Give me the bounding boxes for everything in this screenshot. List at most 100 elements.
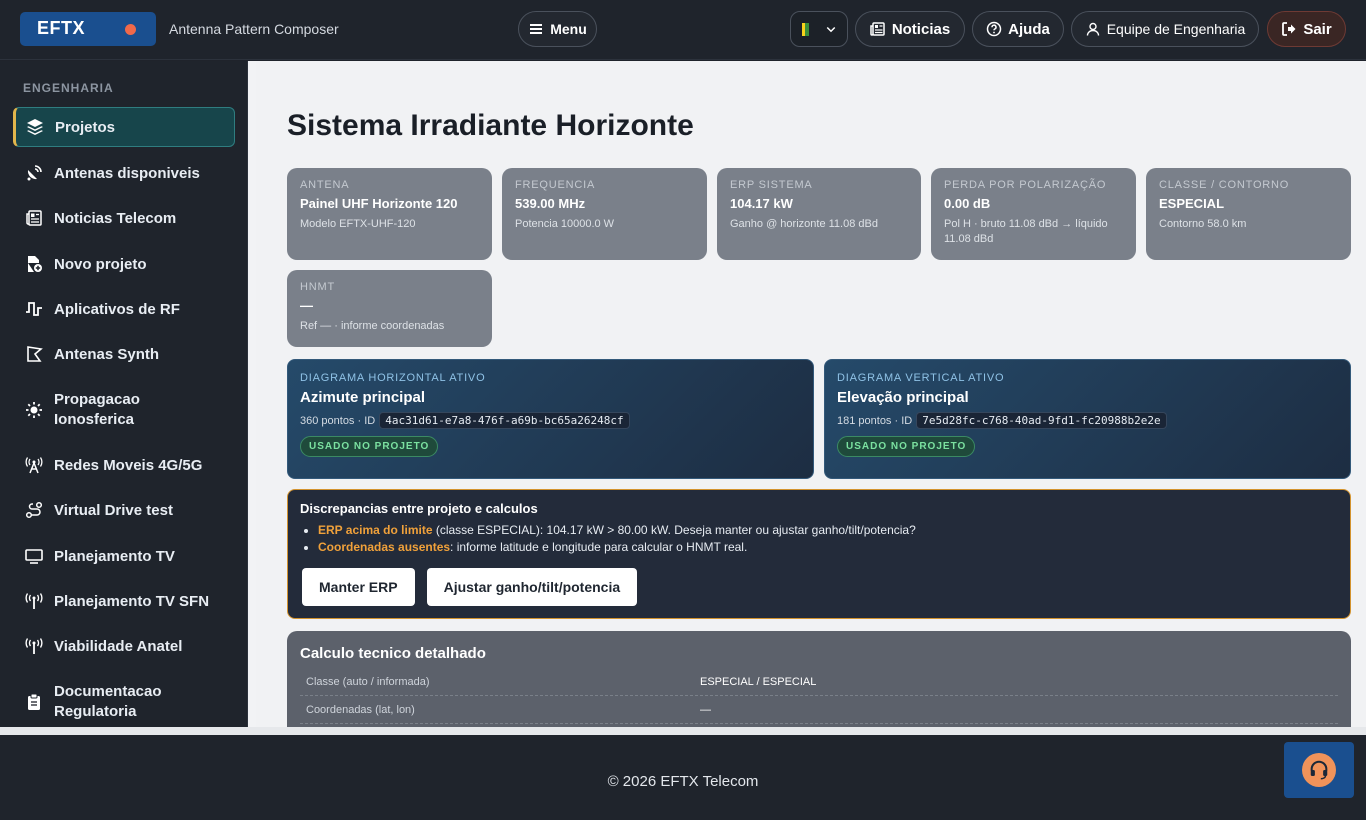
diagram-label: DIAGRAMA HORIZONTAL ATIVO: [300, 372, 486, 384]
menu-button[interactable]: Menu: [518, 11, 597, 47]
team-label: Equipe de Engenharia: [1106, 21, 1246, 37]
table-row: Classe (auto / informada) ESPECIAL / ESP…: [300, 668, 1338, 696]
brazil-flag-icon: [801, 22, 809, 36]
info-card-perda-polarizacao: PERDA POR POLARIZAÇÃO 0.00 dB Pol H · br…: [931, 168, 1136, 260]
calc-title: Calculo tecnico detalhado: [300, 645, 486, 662]
chevron-down-icon: [826, 26, 835, 33]
card-label: PERDA POR POLARIZAÇÃO: [944, 179, 1107, 191]
question-circle-icon: [986, 21, 1002, 37]
sidebar-item-propagacao[interactable]: Propagacao Ionosferica: [13, 389, 235, 431]
info-card-antena: ANTENA Painel UHF Horizonte 120 Modelo E…: [287, 168, 492, 260]
sidebar-item-label: Noticias Telecom: [54, 209, 177, 227]
sidebar-item-label: Projetos: [55, 118, 116, 136]
diagram-meta: 360 pontos · ID 4ac31d61-e7a8-476f-a69b-…: [300, 412, 801, 429]
antenna-icon: [24, 591, 44, 611]
calc-key: Classe (auto / informada): [306, 675, 430, 688]
footer: © 2026 EFTX Telecom: [0, 727, 1366, 820]
support-chat-button[interactable]: [1284, 742, 1354, 798]
sidebar-item-planejamento-tv-sfn[interactable]: Planejamento TV SFN: [13, 590, 235, 612]
status-dot: [125, 24, 136, 35]
diagram-points: 181 pontos · ID: [837, 414, 913, 427]
brand-name: EFTX: [37, 18, 86, 38]
page-title: Sistema Irradiante Horizonte: [287, 109, 694, 142]
calc-value: ESPECIAL / ESPECIAL: [700, 675, 817, 688]
new-file-icon: [24, 254, 44, 274]
user-team-button[interactable]: Equipe de Engenharia: [1071, 11, 1259, 47]
card-value: 539.00 MHz: [515, 196, 586, 211]
card-subtext: Ref — · informe coordenadas: [300, 320, 445, 332]
card-value: Painel UHF Horizonte 120: [300, 196, 458, 211]
info-card-classe: CLASSE / CONTORNO ESPECIAL Contorno 58.0…: [1146, 168, 1351, 260]
layers-icon: [25, 117, 45, 137]
help-label: Ajuda: [1008, 20, 1050, 38]
card-subtext: Potencia 10000.0 W: [515, 218, 615, 230]
main-content: Sistema Irradiante Horizonte ANTENA Pain…: [248, 61, 1366, 727]
sidebar-item-projetos[interactable]: Projetos: [13, 107, 235, 147]
alert-actions: Manter ERP Ajustar ganho/tilt/potencia: [302, 568, 638, 606]
sidebar: ENGENHARIA Projetos Antenas disponiveis …: [0, 61, 248, 727]
diagram-id: 7e5d28fc-c768-40ad-9fd1-fc20988b2e2e: [916, 412, 1167, 429]
status-badge: USADO NO PROJETO: [300, 436, 439, 457]
card-value: 0.00 dB: [944, 196, 991, 211]
sidebar-item-virtual-drive[interactable]: Virtual Drive test: [13, 499, 235, 521]
diagram-title: Azimute principal: [300, 389, 426, 406]
help-button[interactable]: Ajuda: [972, 11, 1064, 47]
logout-button[interactable]: Sair: [1267, 11, 1346, 47]
sidebar-item-label: Viabilidade Anatel: [54, 637, 183, 655]
sidebar-item-novo-projeto[interactable]: Novo projeto: [13, 253, 235, 275]
card-label: HNMT: [300, 281, 335, 293]
sidebar-item-noticias[interactable]: Noticias Telecom: [13, 207, 235, 229]
sidebar-item-label: Redes Moveis 4G/5G: [54, 456, 203, 474]
antenna-icon: [24, 636, 44, 656]
keep-erp-button[interactable]: Manter ERP: [302, 568, 415, 606]
language-select[interactable]: [790, 11, 848, 47]
newspaper-icon: [870, 22, 885, 36]
sidebar-item-viabilidade-anatel[interactable]: Viabilidade Anatel: [13, 635, 235, 657]
content-panel: Sistema Irradiante Horizonte ANTENA Pain…: [256, 61, 1366, 727]
newspaper-icon: [24, 208, 44, 228]
info-card-frequencia: FREQUENCIA 539.00 MHz Potencia 10000.0 W: [502, 168, 707, 260]
sidebar-item-redes-moveis[interactable]: Redes Moveis 4G/5G: [13, 454, 235, 476]
alert-highlight: Coordenadas ausentes: [318, 540, 451, 554]
card-label: FREQUENCIA: [515, 179, 596, 191]
sidebar-item-antenas[interactable]: Antenas disponiveis: [13, 162, 235, 184]
alert-item: Coordenadas ausentes: informe latitude e…: [318, 539, 1338, 556]
alert-text: (classe ESPECIAL): 104.17 kW > 80.00 kW.…: [432, 523, 916, 537]
shape-icon: [24, 344, 44, 364]
diagram-id: 4ac31d61-e7a8-476f-a69b-bc65a26248cf: [379, 412, 630, 429]
menu-label: Menu: [550, 21, 587, 37]
sidebar-item-planejamento-tv[interactable]: Planejamento TV: [13, 545, 235, 567]
card-value: ESPECIAL: [1159, 196, 1225, 211]
sun-icon: [24, 400, 44, 420]
adjust-gain-button[interactable]: Ajustar ganho/tilt/potencia: [426, 568, 638, 606]
alert-item: ERP acima do limite (classe ESPECIAL): 1…: [318, 522, 1338, 539]
info-card-erp: ERP SISTEMA 104.17 kW Ganho @ horizonte …: [717, 168, 921, 260]
alert-highlight: ERP acima do limite: [318, 523, 433, 537]
sidebar-item-documentacao[interactable]: Documentacao Regulatoria: [13, 681, 235, 723]
diagram-meta: 181 pontos · ID 7e5d28fc-c768-40ad-9fd1-…: [837, 412, 1338, 429]
sidebar-item-aplicativos-rf[interactable]: Aplicativos de RF: [13, 298, 235, 320]
diagram-label: DIAGRAMA VERTICAL ATIVO: [837, 372, 1005, 384]
copyright-text: © 2026 EFTX Telecom: [607, 773, 759, 790]
sidebar-item-label: Aplicativos de RF: [54, 300, 180, 318]
news-button[interactable]: Noticias: [855, 11, 965, 47]
technical-calc-panel: Calculo tecnico detalhado Classe (auto /…: [287, 631, 1351, 727]
sidebar-item-label: Documentacao Regulatoria: [54, 683, 162, 720]
logout-label: Sair: [1303, 20, 1332, 38]
info-card-hnmt: HNMT — Ref — · informe coordenadas: [287, 270, 492, 347]
sidebar-item-label: Propagacao Ionosferica: [54, 391, 140, 428]
card-value: —: [300, 298, 313, 313]
headset-icon: [1302, 753, 1336, 787]
diagram-vertical-card[interactable]: DIAGRAMA VERTICAL ATIVO Elevação princip…: [824, 359, 1351, 479]
sidebar-item-label: Planejamento TV SFN: [54, 592, 210, 610]
sidebar-item-antenas-synth[interactable]: Antenas Synth: [13, 343, 235, 365]
pulse-icon: [24, 299, 44, 319]
user-icon: [1086, 22, 1099, 36]
alert-list: ERP acima do limite (classe ESPECIAL): 1…: [318, 522, 1338, 556]
sidebar-item-label: Planejamento TV: [54, 547, 175, 565]
discrepancy-alert: Discrepancias entre projeto e calculos E…: [287, 489, 1351, 619]
brand-logo[interactable]: EFTX: [20, 12, 156, 46]
card-subtext: Modelo EFTX-UHF-120: [300, 218, 416, 230]
diagram-horizontal-card[interactable]: DIAGRAMA HORIZONTAL ATIVO Azimute princi…: [287, 359, 814, 479]
top-bar: EFTX Antenna Pattern Composer Menu Notic…: [0, 0, 1366, 60]
